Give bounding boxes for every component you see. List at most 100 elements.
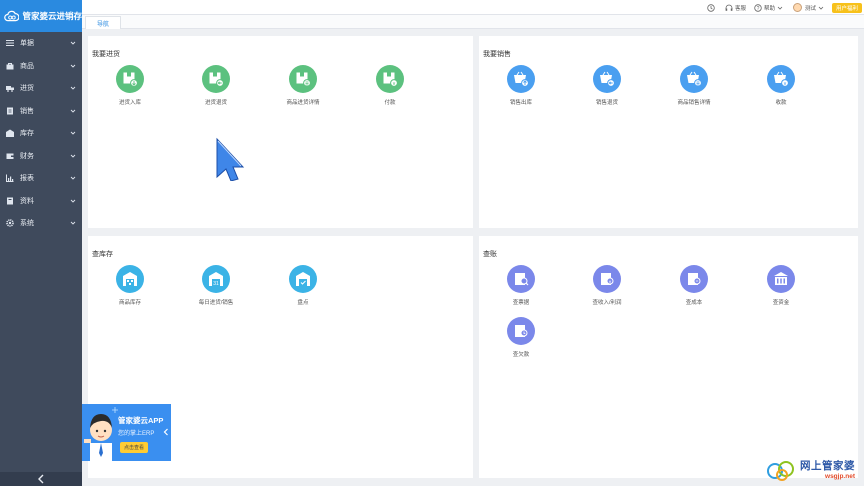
sidebar-item-documents[interactable]: 单据 (0, 32, 82, 55)
sidebar: 管家婆云进销存 单据 商品 进货 销售 库存 财务 报表 资料 系统 (0, 0, 82, 486)
query-bills-button[interactable]: 查票据 (481, 265, 561, 306)
sparkle-icon (112, 407, 118, 413)
item-label: 查收入/利润 (592, 300, 622, 306)
panel-title: 查账 (483, 251, 497, 258)
sidebar-item-purchase[interactable]: 进货 (0, 77, 82, 100)
user-benefits-button[interactable]: 用户福利 (831, 2, 862, 13)
item-label: 查资金 (772, 300, 790, 306)
sales-return-button[interactable]: 销售退货 (567, 65, 647, 106)
basket-detail-icon (680, 65, 708, 93)
sidebar-item-label: 资料 (20, 197, 34, 205)
bag-icon (6, 62, 14, 70)
chevron-down-icon (70, 64, 76, 68)
customer-service-label: 客服 (734, 5, 746, 12)
sidebar-item-reports[interactable]: 报表 (0, 167, 82, 190)
document-icon (6, 107, 14, 115)
stock-button[interactable]: 商品库存 (90, 265, 170, 306)
sidebar-item-label: 销售 (20, 107, 34, 115)
sales-out-button[interactable]: 销售出库 (481, 65, 561, 106)
item-label: 商品销售详情 (677, 100, 711, 106)
item-label: 盘点 (297, 300, 309, 306)
app-promo-banner[interactable]: 管家婆云APP 您的掌上ERP 点击查看 (82, 404, 171, 461)
query-cost-button[interactable]: 查成本 (654, 265, 734, 306)
sidebar-item-label: 商品 (20, 62, 34, 70)
chevron-left-icon[interactable] (162, 427, 170, 437)
purchase-in-button[interactable]: 进货入库 (90, 65, 170, 106)
sales-receive-button[interactable]: ¥ 收款 (741, 65, 821, 106)
promo-subtitle: 您的掌上ERP (118, 431, 155, 437)
user-menu[interactable]: 测试 (792, 3, 826, 12)
cloud-logo-icon (4, 10, 20, 22)
sidebar-item-inventory[interactable]: 库存 (0, 122, 82, 145)
chevron-left-icon (38, 474, 44, 484)
sales-detail-button[interactable]: 商品销售详情 (654, 65, 734, 106)
avatar (792, 3, 802, 12)
item-label: 进货退货 (204, 100, 227, 106)
basket-return-icon (593, 65, 621, 93)
watermark: 网上管家婆 wsgjp.net (766, 458, 855, 482)
query-debt-button[interactable]: 查欠款 (481, 317, 561, 358)
app-title: 管家婆云进销存 (22, 11, 82, 21)
customer-service-button[interactable]: 客服 (725, 4, 746, 12)
sidebar-item-system[interactable]: 系统 (0, 212, 82, 235)
warehouse-daily-icon: 31 (202, 265, 230, 293)
accounts-panel: 查账 查票据 ¥ 查收入/利润 查成本 查资金 查欠款 (479, 236, 858, 478)
query-funds-button[interactable]: 查资金 (741, 265, 821, 306)
promo-title: 管家婆云APP (118, 416, 164, 425)
item-label: 商品库存 (118, 300, 141, 306)
item-label: 查票据 (512, 300, 530, 306)
item-label: 进货入库 (118, 100, 141, 106)
chevron-down-icon (70, 131, 76, 135)
chevron-down-icon (70, 221, 76, 225)
folder-icon (6, 197, 14, 205)
basket-receive-icon: ¥ (767, 65, 795, 93)
debt-icon (507, 317, 535, 345)
warehouse-check-icon (289, 265, 317, 293)
sales-panel: 我要销售 销售出库 销售退货 商品销售详情 ¥ 收款 (479, 36, 858, 228)
stocktake-button[interactable]: 盘点 (263, 265, 343, 306)
sidebar-item-label: 报表 (20, 175, 34, 183)
tab-navigation[interactable]: 导航 (85, 16, 121, 29)
brand: 管家婆云进销存 (0, 0, 82, 32)
item-label: 查成本 (685, 300, 703, 306)
bank-icon (767, 265, 795, 293)
sidebar-item-label: 单据 (20, 40, 34, 48)
sidebar-item-products[interactable]: 商品 (0, 55, 82, 78)
item-label: 付款 (384, 100, 396, 106)
item-label: 查欠款 (512, 352, 530, 358)
tab-bar: 导航 (82, 15, 864, 29)
sidebar-item-sales[interactable]: 销售 (0, 100, 82, 123)
wallet-icon (6, 152, 14, 160)
history-button[interactable] (707, 3, 717, 12)
mouse-cursor-icon (216, 137, 245, 181)
bar-chart-icon (6, 174, 14, 183)
sidebar-item-label: 系统 (20, 220, 34, 228)
watermark-title: 网上管家婆 (800, 460, 855, 472)
chevron-down-icon (777, 6, 783, 10)
item-label: 销售出库 (509, 100, 532, 106)
mascot-illustration (84, 414, 112, 461)
income-icon: ¥ (593, 265, 621, 293)
bill-icon (507, 265, 535, 293)
chevron-down-icon (70, 176, 76, 180)
panel-title: 我要销售 (483, 51, 511, 58)
daily-purchase-sales-button[interactable]: 31 每日进货/销售 (176, 265, 256, 306)
chevron-down-icon (70, 41, 76, 45)
chevron-down-icon (818, 6, 824, 10)
sidebar-nav: 单据 商品 进货 销售 库存 财务 报表 资料 系统 (0, 32, 82, 235)
purchase-payment-button[interactable]: ¥ 付款 (350, 65, 430, 106)
help-menu[interactable]: ? 帮助 (754, 3, 785, 12)
help-label: 帮助 (763, 5, 775, 12)
sidebar-item-finance[interactable]: 财务 (0, 145, 82, 168)
sidebar-collapse-button[interactable] (0, 472, 82, 486)
purchase-detail-button[interactable]: 商品进货详情 (263, 65, 343, 106)
sidebar-item-data[interactable]: 资料 (0, 190, 82, 213)
promo-view-button[interactable]: 点击查看 (120, 442, 149, 453)
warehouse-icon (6, 129, 14, 138)
clock-icon (707, 3, 715, 12)
box-detail-icon (289, 65, 317, 93)
top-bar: 客服 ? 帮助 测试 用户福利 (82, 0, 864, 15)
query-income-profit-button[interactable]: ¥ 查收入/利润 (567, 265, 647, 306)
purchase-return-button[interactable]: 进货退货 (176, 65, 256, 106)
sidebar-item-label: 进货 (20, 85, 34, 93)
